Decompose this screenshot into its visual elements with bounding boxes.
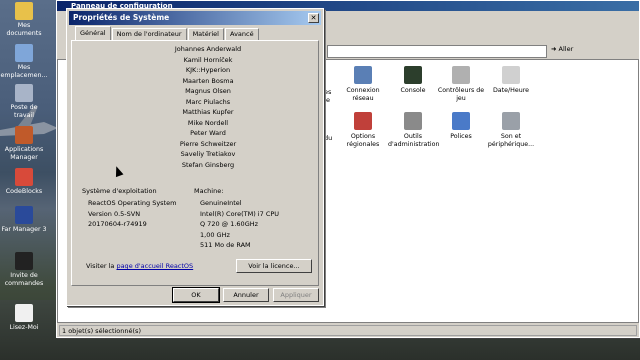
- general-panel: Johannes AnderwaldKamil HorníčekKJK::Hyp…: [71, 40, 319, 286]
- desktop-icon-label: Applications Manager: [4, 146, 44, 161]
- credit-name: Mike Nordell: [187, 118, 229, 127]
- os-build: 20170604-r74919: [88, 220, 147, 228]
- go-button[interactable]: ➜ Aller: [551, 45, 573, 53]
- credit-name: Johannes Anderwald: [174, 45, 242, 53]
- machine-label: Machine:: [194, 187, 224, 195]
- cpu-vendor: GenuineIntel: [200, 199, 242, 207]
- credit-name: Stefan Ginsberg: [181, 160, 235, 169]
- tab-advanced[interactable]: Avancé: [225, 28, 259, 40]
- ram-amount: 511 Mo de RAM: [200, 241, 251, 249]
- control-panel-item[interactable]: Polices: [436, 112, 486, 141]
- control-panel-item-label: Date/Heure: [492, 87, 530, 94]
- os-version: Version 0.5-SVN: [88, 209, 141, 218]
- system-properties-dialog: Propriétés de Système ✕ Général Nom de l…: [66, 8, 324, 306]
- tab-general[interactable]: Général: [75, 26, 111, 40]
- credit-name: Kamil Horníček: [183, 55, 233, 64]
- control-panel-item[interactable]: Date/Heure: [486, 66, 536, 95]
- partial-label-right-2: e: [326, 96, 330, 104]
- control-panel-item[interactable]: Options régionales: [338, 112, 388, 148]
- homepage-row: Visiter la page d'accueil ReactOS: [86, 262, 193, 270]
- view-license-button[interactable]: Voir la licence...: [236, 259, 312, 273]
- control-panel-item[interactable]: Contrôleurs de jeu: [436, 66, 486, 102]
- credit-name: Maarten Bosma: [182, 76, 234, 85]
- control-panel-item[interactable]: Outils d'administration: [388, 112, 440, 148]
- applet-icon: [502, 66, 520, 84]
- desktop-app-icon: [15, 84, 33, 102]
- visit-text: Visiter la: [86, 262, 117, 270]
- desktop-app-icon: [15, 126, 33, 144]
- control-panel-item-label: Polices: [450, 133, 472, 140]
- desktop-icon-label: Mes emplacemen...: [0, 64, 48, 79]
- desktop-icon-label: Mes documents: [6, 22, 42, 37]
- credit-name: Matthias Kupfer: [182, 108, 234, 116]
- applet-icon: [452, 112, 470, 130]
- credit-name: Marc Piulachs: [185, 97, 231, 106]
- control-panel-item[interactable]: Son et périphérique...: [486, 112, 536, 148]
- tab-hardware[interactable]: Matériel: [187, 28, 224, 40]
- applet-icon: [502, 112, 520, 130]
- partial-label-right-3: du: [324, 134, 333, 142]
- cpu-model: Intel(R) Core(TM) i7 CPU: [200, 209, 280, 218]
- desktop-app-icon: [15, 168, 33, 186]
- desktop-icon-label: Lisez-Moi: [9, 324, 39, 331]
- desktop-app-icon: [15, 206, 33, 224]
- applet-icon: [354, 112, 372, 130]
- dialog-title-bar[interactable]: Propriétés de Système ✕: [69, 11, 321, 25]
- tab-strip: Général Nom de l'ordinateur Matériel Ava…: [75, 26, 260, 40]
- desktop-app-icon: [15, 2, 33, 20]
- credit-name: Peter Ward: [190, 129, 226, 137]
- desktop-app-icon: [15, 44, 33, 62]
- dialog-title: Propriétés de Système: [73, 13, 170, 22]
- desktop-icon-label: Poste de travail: [10, 104, 38, 119]
- credit-name: Magnus Olsen: [185, 87, 231, 95]
- desktop-icon-label: Invite de commandes: [4, 272, 44, 287]
- credit-name: Saveliy Tretiakov: [180, 150, 236, 158]
- desktop-icon[interactable]: Poste de travail: [0, 84, 48, 119]
- control-panel-item[interactable]: Console: [388, 66, 438, 95]
- credits-list[interactable]: Johannes AnderwaldKamil HorníčekKJK::Hyp…: [158, 44, 258, 170]
- cpu-speed: 1,00 GHz: [200, 230, 230, 239]
- os-info: ReactOS Operating System Version 0.5-SVN…: [88, 198, 176, 230]
- control-panel-item-label: Options régionales: [346, 133, 380, 148]
- close-icon[interactable]: ✕: [308, 13, 319, 23]
- control-panel-item-label: Console: [400, 87, 426, 94]
- partial-label-right-1: es: [324, 88, 332, 96]
- desktop-icon[interactable]: CodeBlocks: [0, 168, 48, 196]
- desktop-app-icon: [15, 252, 33, 270]
- desktop-icon[interactable]: Applications Manager: [0, 126, 48, 161]
- apply-button[interactable]: Appliquer: [273, 288, 319, 302]
- desktop-icon[interactable]: Far Manager 3: [0, 206, 48, 234]
- address-bar[interactable]: [327, 45, 547, 58]
- homepage-link[interactable]: page d'accueil ReactOS: [116, 262, 193, 270]
- os-name: ReactOS Operating System: [88, 199, 177, 207]
- go-label: Aller: [558, 45, 574, 53]
- status-bar: 1 objet(s) sélectionné(s): [59, 325, 637, 336]
- control-panel-item[interactable]: Connexion réseau: [338, 66, 388, 102]
- desktop-icon[interactable]: Mes documents: [0, 2, 48, 37]
- cpu-model-detail: Q 720 @ 1.60GHz: [200, 220, 259, 228]
- control-panel-item-label: Outils d'administration: [388, 133, 440, 148]
- tab-computer-name[interactable]: Nom de l'ordinateur: [111, 28, 187, 40]
- applet-icon: [404, 112, 422, 130]
- applet-icon: [354, 66, 372, 84]
- go-arrow-icon: ➜: [551, 45, 557, 53]
- cancel-button[interactable]: Annuler: [223, 288, 269, 302]
- control-panel-item-label: Connexion réseau: [346, 87, 380, 102]
- applet-icon: [452, 66, 470, 84]
- desktop-icon[interactable]: Mes emplacemen...: [0, 44, 48, 79]
- desktop-icon[interactable]: Lisez-Moi: [0, 304, 48, 332]
- applet-icon: [404, 66, 422, 84]
- control-panel-item-label: Contrôleurs de jeu: [437, 87, 485, 102]
- desktop-icon-label: CodeBlocks: [5, 188, 43, 195]
- ok-button[interactable]: OK: [172, 287, 220, 303]
- credit-name: KJK::Hyperion: [185, 66, 231, 74]
- desktop-icon[interactable]: Invite de commandes: [0, 252, 48, 287]
- desktop-icon-label: Far Manager 3: [1, 226, 47, 233]
- control-panel-item-label: Son et périphérique...: [487, 133, 535, 148]
- machine-info: GenuineIntel Intel(R) Core(TM) i7 CPU Q …: [200, 198, 279, 251]
- desktop-app-icon: [15, 304, 33, 322]
- os-label: Système d'exploitation: [82, 187, 157, 195]
- credit-name: Pierre Schweitzer: [179, 139, 237, 148]
